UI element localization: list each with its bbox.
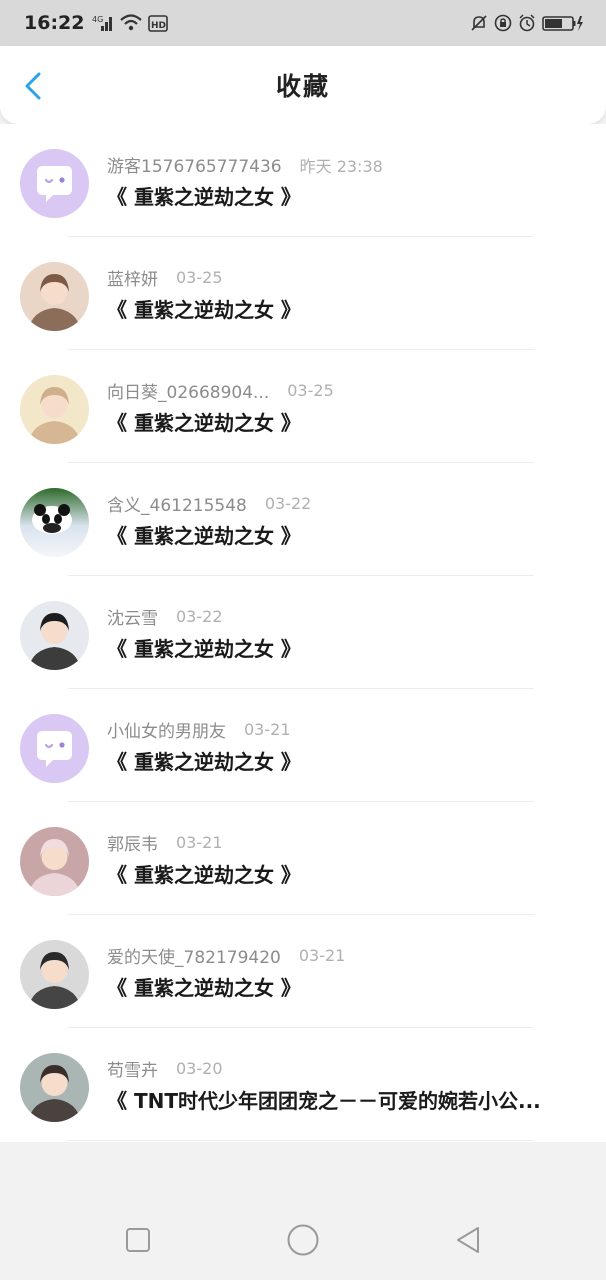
item-user-name: 向日葵_02668904... xyxy=(107,383,270,403)
item-meta: 向日葵_02668904... 03-25 xyxy=(107,378,334,403)
item-user-name: 苟雪卉 xyxy=(107,1061,158,1081)
triangle-back-icon xyxy=(457,1227,479,1253)
item-timestamp: 03-25 xyxy=(287,381,334,400)
list-item[interactable]: 沈云雪 03-22 《 重紫之逆劫之女 》 xyxy=(0,576,606,689)
battery-icon xyxy=(542,12,584,34)
item-book-title: 《 重紫之逆劫之女 》 xyxy=(107,863,301,887)
avatar xyxy=(20,262,89,331)
item-timestamp: 03-21 xyxy=(244,720,291,739)
list-item[interactable]: 爱的天使_782179420 03-21 《 重紫之逆劫之女 》 xyxy=(0,915,606,1028)
default-avatar-icon xyxy=(20,714,89,783)
network-type-label: 4G xyxy=(92,15,103,24)
list-item[interactable]: 游客1576765777436 昨天 23:38 《 重紫之逆劫之女 》 xyxy=(0,124,606,237)
item-book-title: 《 重紫之逆劫之女 》 xyxy=(107,524,301,548)
item-book-title: 《 重紫之逆劫之女 》 xyxy=(107,411,301,435)
app-header: 收藏 xyxy=(0,46,606,124)
avatar xyxy=(20,375,89,444)
circle-icon xyxy=(287,1224,319,1256)
status-time: 16:22 xyxy=(24,12,85,34)
item-book-title: 《 重紫之逆劫之女 》 xyxy=(107,750,301,774)
square-icon xyxy=(126,1228,150,1252)
page-title: 收藏 xyxy=(275,72,330,101)
item-meta: 游客1576765777436 昨天 23:38 xyxy=(107,152,383,178)
item-timestamp: 昨天 23:38 xyxy=(299,156,383,176)
item-book-title: 《 重紫之逆劫之女 》 xyxy=(107,976,301,1000)
avatar xyxy=(20,827,89,896)
hd-label: HD xyxy=(151,21,166,31)
panda-avatar xyxy=(20,488,89,557)
item-book-title: 《 重紫之逆劫之女 》 xyxy=(107,637,301,661)
list-item[interactable]: 小仙女的男朋友 03-21 《 重紫之逆劫之女 》 xyxy=(0,689,606,802)
back-nav-button[interactable] xyxy=(448,1220,488,1260)
list-item[interactable]: 含义_461215548 03-22 《 重紫之逆劫之女 》 xyxy=(0,463,606,576)
status-bar: 16:22 4G HD xyxy=(0,0,606,46)
item-timestamp: 03-21 xyxy=(176,833,223,852)
item-user-name: 含义_461215548 xyxy=(107,496,247,516)
item-book-title: 《 重紫之逆劫之女 》 xyxy=(107,298,301,322)
item-timestamp: 03-25 xyxy=(176,268,223,287)
signal-icon: 4G xyxy=(92,12,114,34)
system-nav-bar xyxy=(0,1142,606,1280)
mute-bell-icon xyxy=(470,12,488,34)
back-button[interactable] xyxy=(18,70,50,102)
item-book-title: 《 重紫之逆劫之女 》 xyxy=(107,185,301,209)
alarm-icon xyxy=(518,12,536,34)
item-user-name: 游客1576765777436 xyxy=(107,157,282,177)
list-item[interactable]: 蓝梓妍 03-25 《 重紫之逆劫之女 》 xyxy=(0,237,606,350)
item-meta: 苟雪卉 03-20 xyxy=(107,1056,223,1081)
hd-icon: HD xyxy=(148,12,169,34)
item-meta: 郭辰韦 03-21 xyxy=(107,830,223,855)
recent-apps-button[interactable] xyxy=(118,1220,158,1260)
default-avatar-icon xyxy=(20,149,89,218)
item-user-name: 郭辰韦 xyxy=(107,835,158,855)
home-button[interactable] xyxy=(283,1220,323,1260)
avatar xyxy=(20,601,89,670)
item-meta: 沈云雪 03-22 xyxy=(107,604,223,629)
item-user-name: 爱的天使_782179420 xyxy=(107,948,281,968)
lock-rotation-icon xyxy=(494,12,512,34)
item-user-name: 小仙女的男朋友 xyxy=(107,722,226,742)
item-meta: 爱的天使_782179420 03-21 xyxy=(107,943,345,968)
list-item[interactable]: 苟雪卉 03-20 《 TNT时代少年团团宠之－－可爱的婉若小公... xyxy=(0,1028,606,1141)
favorites-list: 游客1576765777436 昨天 23:38 《 重紫之逆劫之女 》蓝梓妍 03-… xyxy=(0,124,606,1142)
item-meta: 蓝梓妍 03-25 xyxy=(107,265,223,290)
avatar xyxy=(20,1053,89,1122)
item-timestamp: 03-22 xyxy=(264,494,312,513)
wifi-icon xyxy=(120,12,143,34)
item-meta: 含义_461215548 03-22 xyxy=(107,491,311,516)
item-timestamp: 03-21 xyxy=(298,946,346,965)
list-item[interactable]: 郭辰韦 03-21 《 重紫之逆劫之女 》 xyxy=(0,802,606,915)
list-item[interactable]: 向日葵_02668904... 03-25 《 重紫之逆劫之女 》 xyxy=(0,350,606,463)
item-user-name: 沈云雪 xyxy=(107,609,158,629)
item-meta: 小仙女的男朋友 03-21 xyxy=(107,717,291,742)
chevron-left-icon xyxy=(25,72,41,100)
item-timestamp: 03-22 xyxy=(176,607,223,626)
item-book-title: 《 TNT时代少年团团宠之－－可爱的婉若小公... xyxy=(107,1089,541,1113)
item-user-name: 蓝梓妍 xyxy=(107,270,158,290)
item-timestamp: 03-20 xyxy=(176,1059,223,1078)
avatar xyxy=(20,940,89,1009)
